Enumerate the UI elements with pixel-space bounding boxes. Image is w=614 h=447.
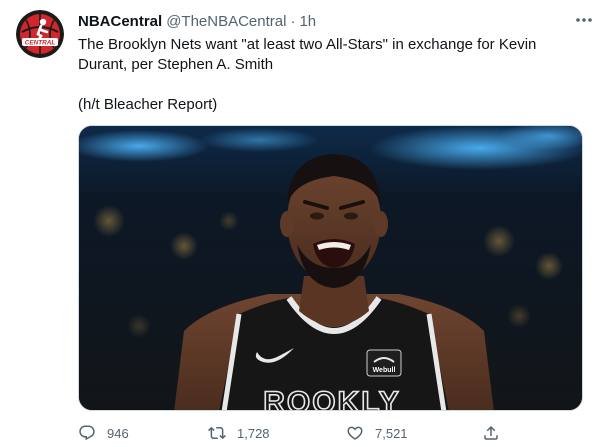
author-name[interactable]: NBACentral bbox=[78, 13, 162, 30]
reply-button[interactable]: 946 bbox=[78, 422, 129, 444]
share-icon bbox=[484, 425, 498, 440]
avatar[interactable]: CENTRAL bbox=[16, 10, 64, 58]
separator-dot: · bbox=[290, 12, 296, 30]
retweet-icon bbox=[208, 426, 226, 440]
tweet-text-attribution: (h/t Bleacher Report) bbox=[78, 96, 218, 113]
reply-count: 946 bbox=[107, 425, 129, 441]
retweet-button[interactable]: 1,728 bbox=[208, 422, 270, 444]
player-photo: Webull ROOKLY bbox=[79, 126, 582, 411]
like-count: 7,521 bbox=[375, 425, 408, 441]
author-handle[interactable]: @TheNBACentral bbox=[166, 13, 286, 30]
more-options-button[interactable] bbox=[574, 12, 594, 28]
share-button[interactable] bbox=[482, 422, 500, 444]
tweet-text: The Brooklyn Nets want "at least two All… bbox=[78, 35, 583, 115]
retweet-count: 1,728 bbox=[237, 425, 270, 441]
avatar-text: CENTRAL bbox=[25, 39, 56, 46]
jersey-patch-text: Webull bbox=[373, 367, 396, 374]
more-horizontal-icon bbox=[576, 18, 592, 22]
tweet-card: CENTRAL NBACentral @TheNBACentral · 1h T… bbox=[0, 0, 614, 447]
tweet-timestamp[interactable]: 1h bbox=[299, 13, 316, 30]
tweet-header: NBACentral @TheNBACentral · 1h bbox=[78, 11, 598, 31]
tweet-actions: 946 1,728 7,521 bbox=[78, 422, 508, 444]
like-button[interactable]: 7,521 bbox=[346, 422, 408, 444]
heart-icon bbox=[347, 426, 363, 440]
reply-icon bbox=[79, 425, 95, 441]
tweet-media-image[interactable]: Webull ROOKLY bbox=[78, 125, 583, 411]
jersey-text: ROOKLY bbox=[263, 386, 401, 411]
nba-central-logo: CENTRAL bbox=[16, 10, 64, 58]
tweet-text-main: The Brooklyn Nets want "at least two All… bbox=[78, 36, 537, 73]
